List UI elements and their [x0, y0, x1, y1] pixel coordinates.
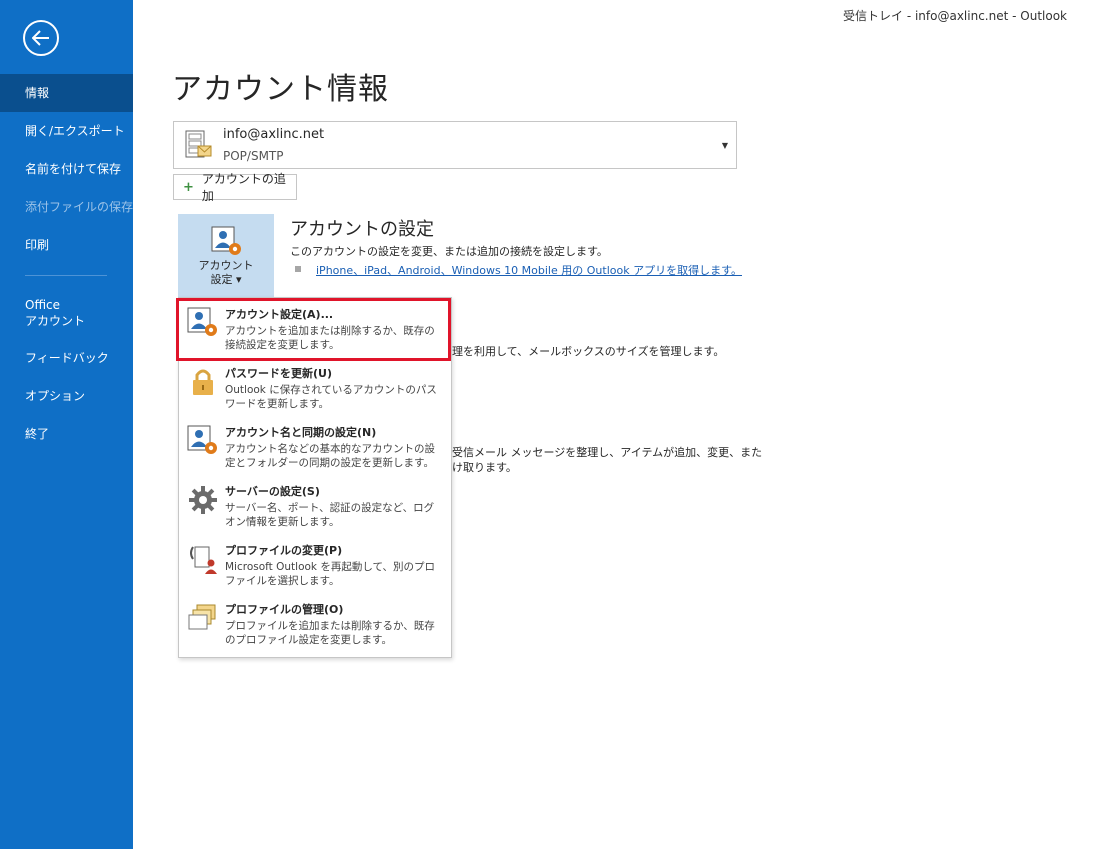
menu-item-title: アカウント設定(A)... — [225, 308, 334, 321]
rules-text-line2: け取ります。 — [452, 461, 517, 474]
menu-item-description: Microsoft Outlook を再起動して、別のプロファイルを選択します。 — [225, 561, 436, 587]
nav-feedback[interactable]: フィードバック — [0, 350, 133, 366]
menu-item-description: アカウント名などの基本的なアカウントの設定とフォルダーの同期の設定を更新します。 — [225, 443, 435, 469]
menu-item-server-settings[interactable]: サーバーの設定(S) サーバー名、ポート、認証の設定など、ログオン情報を更新しま… — [179, 478, 451, 537]
window-title: 受信トレイ - info@axlinc.net - Outlook — [843, 9, 1067, 23]
nav-office-account[interactable]: Office アカウント — [0, 297, 133, 329]
nav-save-as[interactable]: 名前を付けて保存 — [0, 161, 133, 177]
nav-open-export[interactable]: 開く/エクスポート — [0, 123, 133, 139]
account-type: POP/SMTP — [223, 149, 284, 163]
menu-item-description: Outlook に保存されているアカウントのパスワードを更新します。 — [225, 384, 437, 410]
nav-info-label: 情報 — [25, 86, 50, 100]
chevron-down-icon: ▼ — [721, 141, 728, 150]
rules-text-line1: 受信メール メッセージを整理し、アイテムが追加、変更、また — [452, 446, 763, 459]
add-account-button[interactable]: + アカウントの追加 — [173, 172, 297, 203]
nav-save-attachments: 添付ファイルの保存 — [25, 200, 134, 214]
add-account-label: アカウントの追加 — [201, 172, 286, 203]
nav-options[interactable]: オプション — [0, 388, 133, 404]
account-email: info@axlinc.net — [223, 127, 325, 142]
menu-item-description: サーバー名、ポート、認証の設定など、ログオン情報を更新します。 — [225, 502, 435, 528]
mailbox-cleanup-text: 理を利用して、メールボックスのサイズを管理します。 — [452, 345, 725, 358]
nav-print[interactable]: 印刷 — [0, 237, 133, 253]
outlook-app-link[interactable]: iPhone、iPad、Android、Windows 10 Mobile 用の… — [316, 262, 742, 278]
account-settings-button-label: アカウント 設定 ▾ — [198, 259, 254, 286]
plus-icon: + — [183, 179, 194, 195]
account-settings-icon — [211, 226, 241, 255]
menu-item-title: パスワードを更新(U) — [225, 367, 332, 380]
section-description: このアカウントの設定を変更、または追加の接続を設定します。 — [290, 245, 608, 258]
menu-item-title: プロファイルの変更(P) — [225, 544, 343, 557]
nav-exit[interactable]: 終了 — [0, 426, 133, 442]
account-sync-icon — [187, 425, 217, 454]
menu-item-account-settings[interactable]: アカウント設定(A)... アカウントを追加または削除するか、既存の接続設定を変… — [179, 301, 451, 360]
menu-item-title: プロファイルの管理(O) — [225, 603, 344, 616]
menu-item-title: アカウント名と同期の設定(N) — [225, 426, 377, 439]
lock-icon — [193, 369, 213, 395]
page-title: アカウント情報 — [172, 72, 389, 107]
menu-item-change-profile[interactable]: プロファイルの変更(P) Microsoft Outlook を再起動して、別の… — [179, 537, 451, 596]
account-selector[interactable]: info@axlinc.net POP/SMTP ▼ — [173, 121, 737, 169]
menu-item-description: アカウントを追加または削除するか、既存の接続設定を変更します。 — [225, 325, 435, 351]
section-title: アカウントの設定 — [290, 219, 434, 240]
menu-item-description: プロファイルを追加または削除するか、既存のプロファイル設定を変更します。 — [225, 620, 435, 646]
menu-item-title: サーバーの設定(S) — [225, 485, 320, 498]
profile-manage-icon — [188, 604, 216, 630]
gear-icon — [189, 486, 217, 514]
account-settings-icon — [187, 307, 217, 336]
account-settings-menu: アカウント設定(A)... アカウントを追加または削除するか、既存の接続設定を変… — [178, 297, 452, 658]
nav-info[interactable]: 情報 — [0, 74, 133, 112]
arrow-left-icon — [32, 30, 49, 46]
mail-account-icon — [185, 130, 212, 158]
sidebar-divider — [25, 275, 107, 276]
menu-item-update-password[interactable]: パスワードを更新(U) Outlook に保存されているアカウントのパスワードを… — [179, 360, 451, 419]
menu-item-account-name-sync[interactable]: アカウント名と同期の設定(N) アカウント名などの基本的なアカウントの設定とフォ… — [179, 419, 451, 478]
bullet — [295, 266, 301, 272]
menu-item-manage-profiles[interactable]: プロファイルの管理(O) プロファイルを追加または削除するか、既存のプロファイル… — [179, 596, 451, 655]
account-settings-dropdown-button[interactable]: アカウント 設定 ▾ — [178, 214, 274, 297]
back-button[interactable] — [23, 20, 59, 56]
backstage-sidebar: 情報 開く/エクスポート 名前を付けて保存 添付ファイルの保存 印刷 Offic… — [0, 0, 133, 849]
profile-switch-icon — [190, 546, 217, 574]
